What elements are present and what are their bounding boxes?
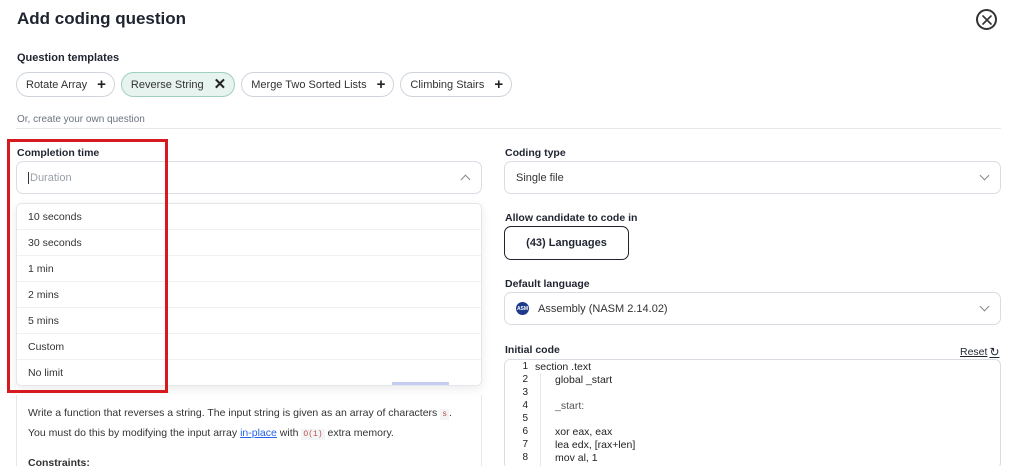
highlight-box [7,139,168,393]
default-language-value: Assembly (NASM 2.14.02) [538,302,668,315]
template-chips: Rotate Array + Reverse String ✕ Merge Tw… [16,72,513,97]
line-number: 1 [522,361,528,372]
coding-type-select[interactable]: Single file [504,161,1001,194]
reset-label: Reset [960,346,988,358]
default-language-label: Default language [505,278,590,290]
line-number: 6 [522,426,528,437]
description-text: Write a function that reverses a string.… [28,407,438,419]
divider [16,128,1001,129]
reset-button[interactable]: Reset ↻ [960,345,1000,359]
indent-guide [540,373,541,466]
template-chip-merge-two-sorted-lists[interactable]: Merge Two Sorted Lists + [241,72,395,97]
default-language-select[interactable]: ASM Assembly (NASM 2.14.02) [504,292,1001,325]
description-text: with [279,427,299,439]
line-number: 4 [522,400,528,411]
line-number: 7 [522,439,528,450]
template-chip-rotate-array[interactable]: Rotate Array + [16,72,115,97]
plus-icon[interactable]: + [377,77,386,92]
line-gutter: 1 2 3 4 5 6 7 8 [505,360,531,466]
code-line: xor eax, eax [555,426,613,438]
line-number: 2 [522,374,528,385]
chevron-down-icon [979,301,990,312]
description-text: extra memory. [327,427,394,439]
chevron-up-icon [460,174,471,185]
chip-label: Rotate Array [26,78,88,91]
assembly-icon: ASM [516,302,529,315]
inline-code: s [440,409,450,420]
description-text: You must do this by modifying the input … [28,427,238,439]
in-place-link[interactable]: in-place [240,427,277,439]
reset-icon: ↻ [989,345,1000,359]
close-icon[interactable] [976,9,997,30]
description-line-2: You must do this by modifying the input … [28,424,470,444]
code-editor[interactable]: 1 2 3 4 5 6 7 8 section .text global _st… [504,359,1001,466]
line-number: 3 [522,387,528,398]
languages-button[interactable]: (43) Languages [504,226,629,260]
plus-icon[interactable]: + [97,77,106,92]
code-line: mov al, 1 [555,452,598,464]
description-line-1: Write a function that reverses a string.… [28,404,470,424]
create-own-text: Or, create your own question [17,114,145,125]
coding-type-value: Single file [516,171,564,184]
remove-icon[interactable]: ✕ [214,77,227,92]
code-line: global _start [555,374,613,386]
chip-label: Climbing Stairs [410,78,485,91]
line-number: 8 [522,452,528,463]
chip-label: Merge Two Sorted Lists [251,78,367,91]
initial-code-label: Initial code [505,344,560,356]
template-chip-climbing-stairs[interactable]: Climbing Stairs + [400,72,513,97]
code-line: _start: [555,400,585,412]
template-chip-reverse-string[interactable]: Reverse String ✕ [120,72,236,97]
question-description[interactable]: Write a function that reverses a string.… [16,395,482,466]
code-line: section .text [535,361,592,373]
toolbar-indicator [392,382,449,385]
candidate-langs-label: Allow candidate to code in [505,212,638,224]
code-line: lea edx, [rax+len] [555,439,636,451]
dialog-title: Add coding question [17,9,187,28]
constraints-heading: Constraints: [28,457,90,466]
line-number: 5 [522,413,528,424]
templates-label: Question templates [17,52,120,64]
chip-label: Reverse String [130,78,204,91]
chevron-down-icon [979,170,990,181]
coding-type-label: Coding type [505,147,566,159]
inline-code: O(1) [301,429,325,440]
description-punct: . [449,407,452,419]
plus-icon[interactable]: + [494,77,503,92]
